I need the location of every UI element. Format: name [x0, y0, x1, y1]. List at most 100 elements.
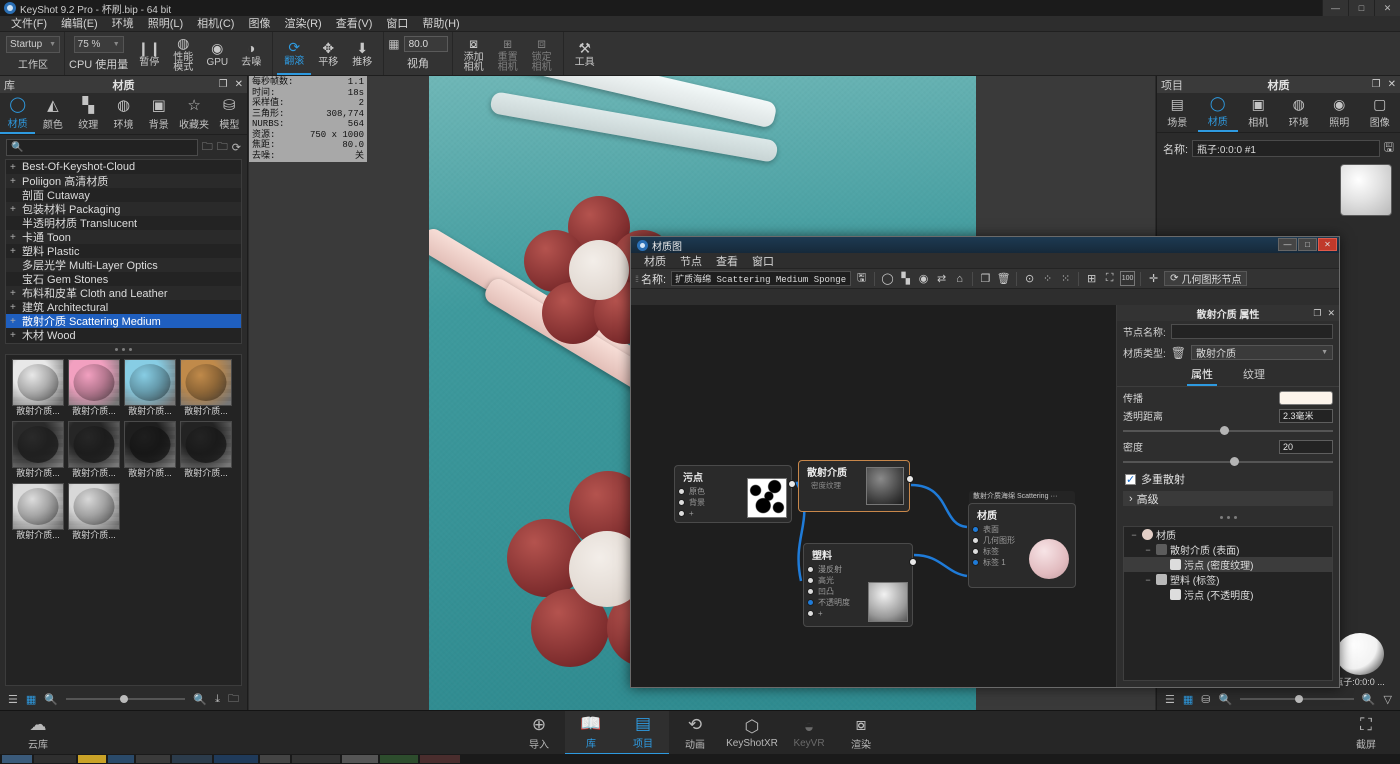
cleanup-icon[interactable]: ⁙ [1058, 271, 1073, 286]
graph-node-output-port[interactable] [788, 480, 796, 488]
library-tree-item[interactable]: +布料和皮革 Cloth and Leather [6, 286, 241, 300]
maximize-button[interactable]: □ [1348, 0, 1374, 16]
material-node-icon[interactable]: ◯ [880, 271, 895, 286]
expand-icon[interactable]: + [10, 246, 22, 257]
copy-icon[interactable]: ❐ [978, 271, 993, 286]
grid-view-icon[interactable]: ▦ [1183, 693, 1193, 706]
minimize-button[interactable]: — [1322, 0, 1348, 16]
search-icon[interactable]: 🔍 [1219, 693, 1233, 706]
material-thumbnail[interactable]: 散射介质... [124, 421, 176, 479]
close-button[interactable]: ✕ [1374, 0, 1400, 16]
dock-import-button[interactable]: ⊕ 导入 [513, 711, 565, 755]
material-thumbnail[interactable]: 散射介质... [124, 359, 176, 417]
geometry-node-icon[interactable]: ⌂ [952, 271, 967, 286]
os-taskbar[interactable] [0, 754, 1400, 764]
menu-item-edit[interactable]: 编辑(E) [54, 16, 105, 32]
menu-item-view[interactable]: 查看(V) [329, 16, 380, 32]
expand-icon[interactable]: + [10, 232, 22, 243]
library-tab-colors[interactable]: ◭ 颜色 [35, 93, 70, 134]
minimize-button[interactable]: — [1278, 238, 1297, 251]
thumbnail-size-slider[interactable] [66, 693, 185, 705]
port-dot[interactable] [678, 510, 685, 517]
graph-node-stain[interactable]: 污点原色背景+ [674, 465, 792, 523]
project-tab-scene[interactable]: ▤ 场景 [1157, 93, 1198, 132]
density-slider[interactable] [1123, 456, 1333, 467]
search-icon[interactable]: 🔍 [44, 693, 58, 706]
list-view-icon[interactable]: ☰ [1165, 693, 1175, 706]
library-tab-materials[interactable]: ◯ 材质 [0, 93, 35, 134]
project-preset-item[interactable]: 瓶子:0:0:0 ... [1332, 633, 1387, 688]
material-thumbnail-grid[interactable]: 散射介质...散射介质...散射介质...散射介质...散射介质...散射介质.… [5, 354, 242, 686]
zoom100-icon[interactable]: 100 [1120, 271, 1135, 286]
unlink-icon[interactable]: ⊙ [1022, 271, 1037, 286]
tumble-button[interactable]: ⟳ 翻滚 [277, 33, 311, 75]
animation-node-icon[interactable]: ◉ [916, 271, 931, 286]
material-thumbnail[interactable]: 散射介质... [180, 359, 232, 417]
filter-icon[interactable]: ▽ [1384, 693, 1392, 706]
library-tab-favorites[interactable]: ☆ 收藏夹 [176, 93, 211, 134]
dock-library-button[interactable]: 📖 库 [565, 711, 617, 755]
delete-icon[interactable]: 🗑 [996, 271, 1011, 286]
mg-menu-window[interactable]: 窗口 [745, 253, 781, 269]
dock-project-button[interactable]: ▤ 项目 [617, 711, 669, 755]
collapse-icon[interactable]: − [1143, 575, 1153, 585]
material-hierarchy-tree[interactable]: −材质−散射介质 (表面)污点 (密度纹理)−塑料 (标签)污点 (不透明度) [1123, 526, 1333, 681]
material-name-input[interactable]: 瓶子:0:0:0 #1 [1192, 140, 1380, 157]
material-graph-dialog[interactable]: 材质图 — □ ✕ 材质 节点 查看 窗口 ⁞⁞ 名称: 扩质海绵 Scatte… [630, 236, 1340, 688]
collapse-icon[interactable]: ✛ [1146, 271, 1161, 286]
add-camera-button[interactable]: ⧇ 添加 相机 [457, 33, 491, 75]
texture-node-icon[interactable]: ▚ [898, 271, 913, 286]
graph-node-material[interactable]: 材质散射介质海绵 Scattering ···表面几何图形标签标签 1 [968, 503, 1076, 588]
library-tree-item[interactable]: +Best-Of-Keyshot-Cloud [6, 160, 241, 174]
mg-menu-view[interactable]: 查看 [709, 253, 745, 269]
port-dot[interactable] [972, 537, 979, 544]
close-icon[interactable]: ✕ [1388, 79, 1396, 90]
workspace-combo[interactable]: Startup ▼ [6, 36, 60, 53]
library-splitter-handle[interactable] [0, 344, 247, 354]
advanced-section-toggle[interactable]: › 高级 [1123, 491, 1333, 506]
material-type-combo[interactable]: 散射介质 ▼ [1191, 345, 1333, 360]
project-tab-image[interactable]: ▢ 图像 [1360, 93, 1400, 132]
material-tree-item[interactable]: −散射介质 (表面) [1124, 542, 1332, 557]
library-tree-item[interactable]: +散射介质 Scattering Medium [6, 314, 241, 328]
library-tree-item[interactable]: 多层光学 Multi-Layer Optics [6, 258, 241, 272]
graph-node-output-port[interactable] [909, 558, 917, 566]
material-thumbnail[interactable]: 散射介质... [12, 483, 64, 541]
library-tab-environments[interactable]: ◍ 环境 [106, 93, 141, 134]
mg-menu-material[interactable]: 材质 [637, 253, 673, 269]
cpu-usage-combo[interactable]: 75 % ▼ [74, 36, 124, 53]
layout-icon[interactable]: ⁘ [1040, 271, 1055, 286]
refresh-icon[interactable]: ⟳ [232, 141, 241, 154]
menu-item-help[interactable]: 帮助(H) [415, 16, 466, 32]
mg-material-name-input[interactable]: 扩质海绵 Scattering Medium Sponge [671, 271, 851, 286]
library-tree-item[interactable]: +建筑 Architectural [6, 300, 241, 314]
cloud-library-button[interactable]: ☁ 云库 [12, 711, 64, 755]
zoom-in-icon[interactable]: 🔍 [193, 693, 207, 706]
multiple-scattering-row[interactable]: 多重散射 [1117, 467, 1339, 489]
dock-keyshotxr-button[interactable]: ⬡ KeyShotXR [721, 711, 783, 755]
close-button[interactable]: ✕ [1318, 238, 1337, 251]
material-tree-item[interactable]: 污点 (密度纹理) [1124, 557, 1332, 572]
properties-tab-textures[interactable]: 纹理 [1239, 365, 1269, 386]
mg-menu-node[interactable]: 节点 [673, 253, 709, 269]
close-icon[interactable]: ✕ [1327, 308, 1335, 319]
port-dot[interactable] [807, 599, 814, 606]
library-tree-item[interactable]: 宝石 Gem Stones [6, 272, 241, 286]
reset-camera-button[interactable]: ⧆ 重置 相机 [491, 33, 525, 75]
project-tab-environment[interactable]: ◍ 环境 [1279, 93, 1320, 132]
menu-item-render[interactable]: 渲染(R) [277, 16, 328, 32]
fit-icon[interactable]: ⛶ [1102, 271, 1117, 286]
properties-tab-properties[interactable]: 属性 [1187, 365, 1217, 386]
expand-icon[interactable]: + [10, 204, 22, 215]
port-dot[interactable] [807, 577, 814, 584]
transparent-distance-slider[interactable] [1123, 425, 1333, 436]
export-folder-icon[interactable]: 🗀 [217, 138, 228, 157]
maximize-button[interactable]: □ [1298, 238, 1317, 251]
expand-icon[interactable]: + [10, 330, 22, 341]
dock-animation-button[interactable]: ⟲ 动画 [669, 711, 721, 755]
menu-item-camera[interactable]: 相机(C) [190, 16, 241, 32]
import-icon[interactable]: ⤓ [215, 693, 220, 706]
list-view-icon[interactable]: ☰ [8, 693, 18, 706]
project-tab-material[interactable]: ◯ 材质 [1198, 93, 1239, 132]
density-value[interactable]: 20 [1279, 440, 1333, 454]
